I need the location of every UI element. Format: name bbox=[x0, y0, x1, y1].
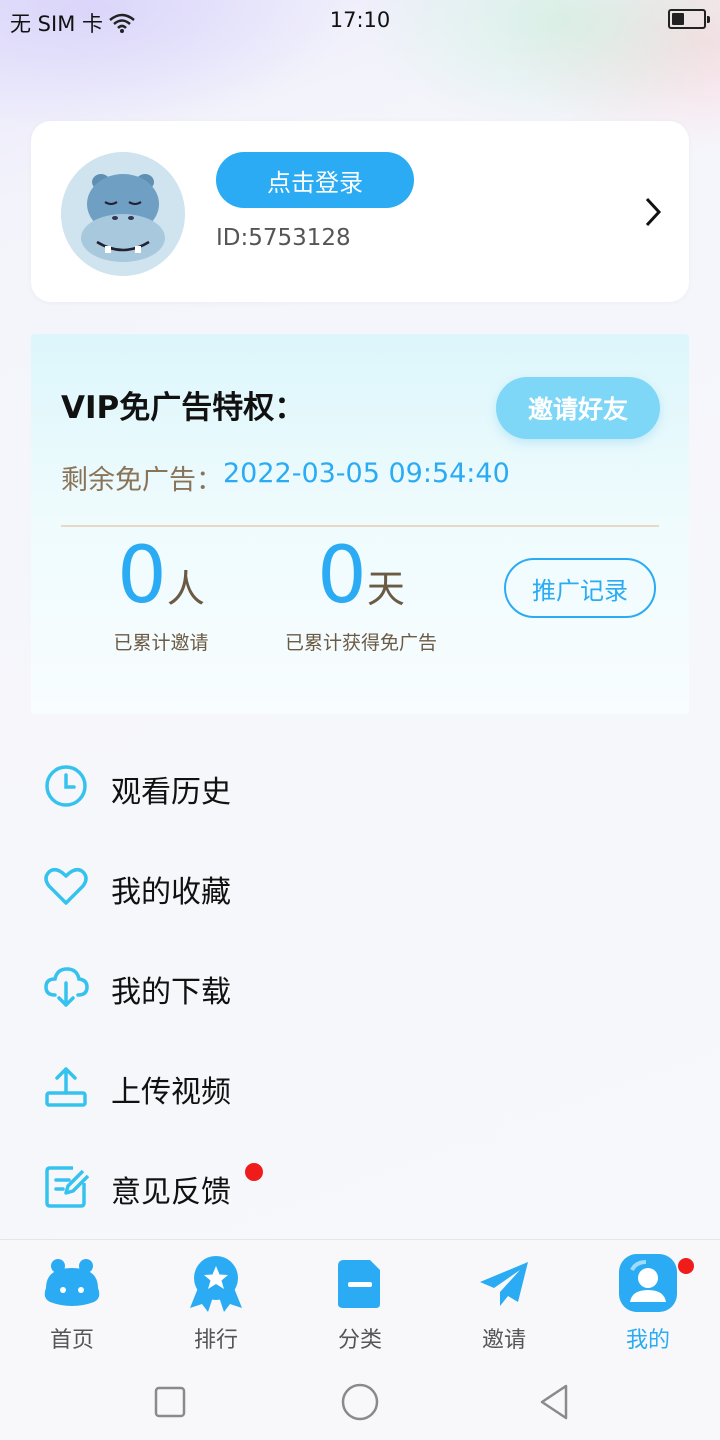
back-triangle-icon[interactable] bbox=[534, 1382, 574, 1422]
tab-ranking[interactable]: 排行 bbox=[156, 1254, 276, 1354]
bottom-tab-bar: 首页 排行 分类 邀请 我的 bbox=[0, 1239, 720, 1364]
menu-item-label: 意见反馈 bbox=[111, 1175, 231, 1210]
recent-apps-icon[interactable] bbox=[150, 1382, 190, 1422]
menu-item-label: 观看历史 bbox=[111, 775, 231, 810]
battery-level bbox=[672, 13, 684, 25]
invited-label: 已累计邀请 bbox=[113, 632, 209, 654]
days-label: 已累计获得免广告 bbox=[284, 632, 437, 654]
menu-item-feedback[interactable]: 意见反馈 bbox=[0, 1135, 720, 1235]
remaining-noad-value: 2022-03-05 09:54:40 bbox=[223, 458, 510, 489]
battery-icon bbox=[668, 9, 710, 29]
home-circle-icon[interactable] bbox=[340, 1382, 380, 1422]
profile-badge-dot bbox=[678, 1258, 694, 1274]
hippo-avatar-icon[interactable] bbox=[61, 152, 185, 276]
feedback-badge-dot bbox=[245, 1163, 263, 1181]
profile-icon bbox=[619, 1254, 677, 1312]
category-folder-icon bbox=[338, 1260, 380, 1308]
status-bar: 无 SIM 卡 17:10 bbox=[0, 0, 720, 40]
invited-stat: 0 人 已累计邀请 bbox=[71, 534, 251, 655]
tab-invite[interactable]: 邀请 bbox=[444, 1254, 564, 1354]
tab-label: 邀请 bbox=[481, 1328, 526, 1353]
profile-card[interactable]: 点击登录 ID:5753128 bbox=[31, 121, 689, 302]
tab-category[interactable]: 分类 bbox=[300, 1254, 420, 1354]
remaining-noad-row: 剩余免广告： 2022-03-05 09:54:40 bbox=[61, 458, 510, 497]
menu-item-favorites[interactable]: 我的收藏 bbox=[0, 835, 720, 935]
vip-title: VIP免广告特权： bbox=[61, 390, 306, 426]
hippo-home-icon bbox=[44, 1259, 100, 1306]
invite-friends-button[interactable]: 邀请好友 bbox=[496, 377, 660, 439]
menu-item-history[interactable]: 观看历史 bbox=[0, 735, 720, 835]
cloud-download-icon bbox=[44, 967, 89, 1007]
user-id: ID:5753128 bbox=[216, 225, 351, 251]
tab-home[interactable]: 首页 bbox=[12, 1254, 132, 1354]
paper-plane-icon bbox=[480, 1262, 528, 1306]
clock-icon bbox=[45, 765, 87, 807]
tab-label: 首页 bbox=[49, 1328, 94, 1353]
tab-label: 排行 bbox=[193, 1328, 238, 1353]
vip-card: VIP免广告特权： 邀请好友 剩余免广告： 2022-03-05 09:54:4… bbox=[31, 334, 689, 714]
heart-icon bbox=[44, 868, 88, 905]
feedback-edit-icon bbox=[45, 1166, 89, 1208]
menu-item-label: 我的下载 bbox=[111, 975, 231, 1010]
menu-item-upload[interactable]: 上传视频 bbox=[0, 1035, 720, 1135]
tab-label: 我的 bbox=[625, 1328, 670, 1353]
days-unit: 天 bbox=[366, 567, 405, 611]
menu-item-label: 我的收藏 bbox=[111, 875, 231, 910]
days-stat: 0 天 已累计获得免广告 bbox=[271, 534, 451, 655]
menu-list: 观看历史 我的收藏 我的下载 上传视频 意见反馈 bbox=[0, 735, 720, 1235]
system-nav-bar bbox=[0, 1364, 720, 1440]
vip-divider bbox=[61, 525, 659, 527]
chevron-right-icon[interactable] bbox=[641, 195, 665, 229]
ranking-badge-icon bbox=[190, 1256, 242, 1312]
days-count: 0 bbox=[317, 531, 367, 621]
remaining-noad-label: 剩余免广告： bbox=[61, 465, 223, 496]
menu-item-label: 上传视频 bbox=[111, 1075, 231, 1110]
invited-count: 0 bbox=[117, 531, 167, 621]
tab-label: 分类 bbox=[337, 1328, 382, 1353]
upload-icon bbox=[45, 1067, 87, 1107]
invited-unit: 人 bbox=[166, 567, 205, 611]
menu-item-downloads[interactable]: 我的下载 bbox=[0, 935, 720, 1035]
promotion-record-button[interactable]: 推广记录 bbox=[504, 558, 656, 618]
status-time: 17:10 bbox=[329, 8, 391, 32]
login-button[interactable]: 点击登录 bbox=[216, 152, 414, 208]
